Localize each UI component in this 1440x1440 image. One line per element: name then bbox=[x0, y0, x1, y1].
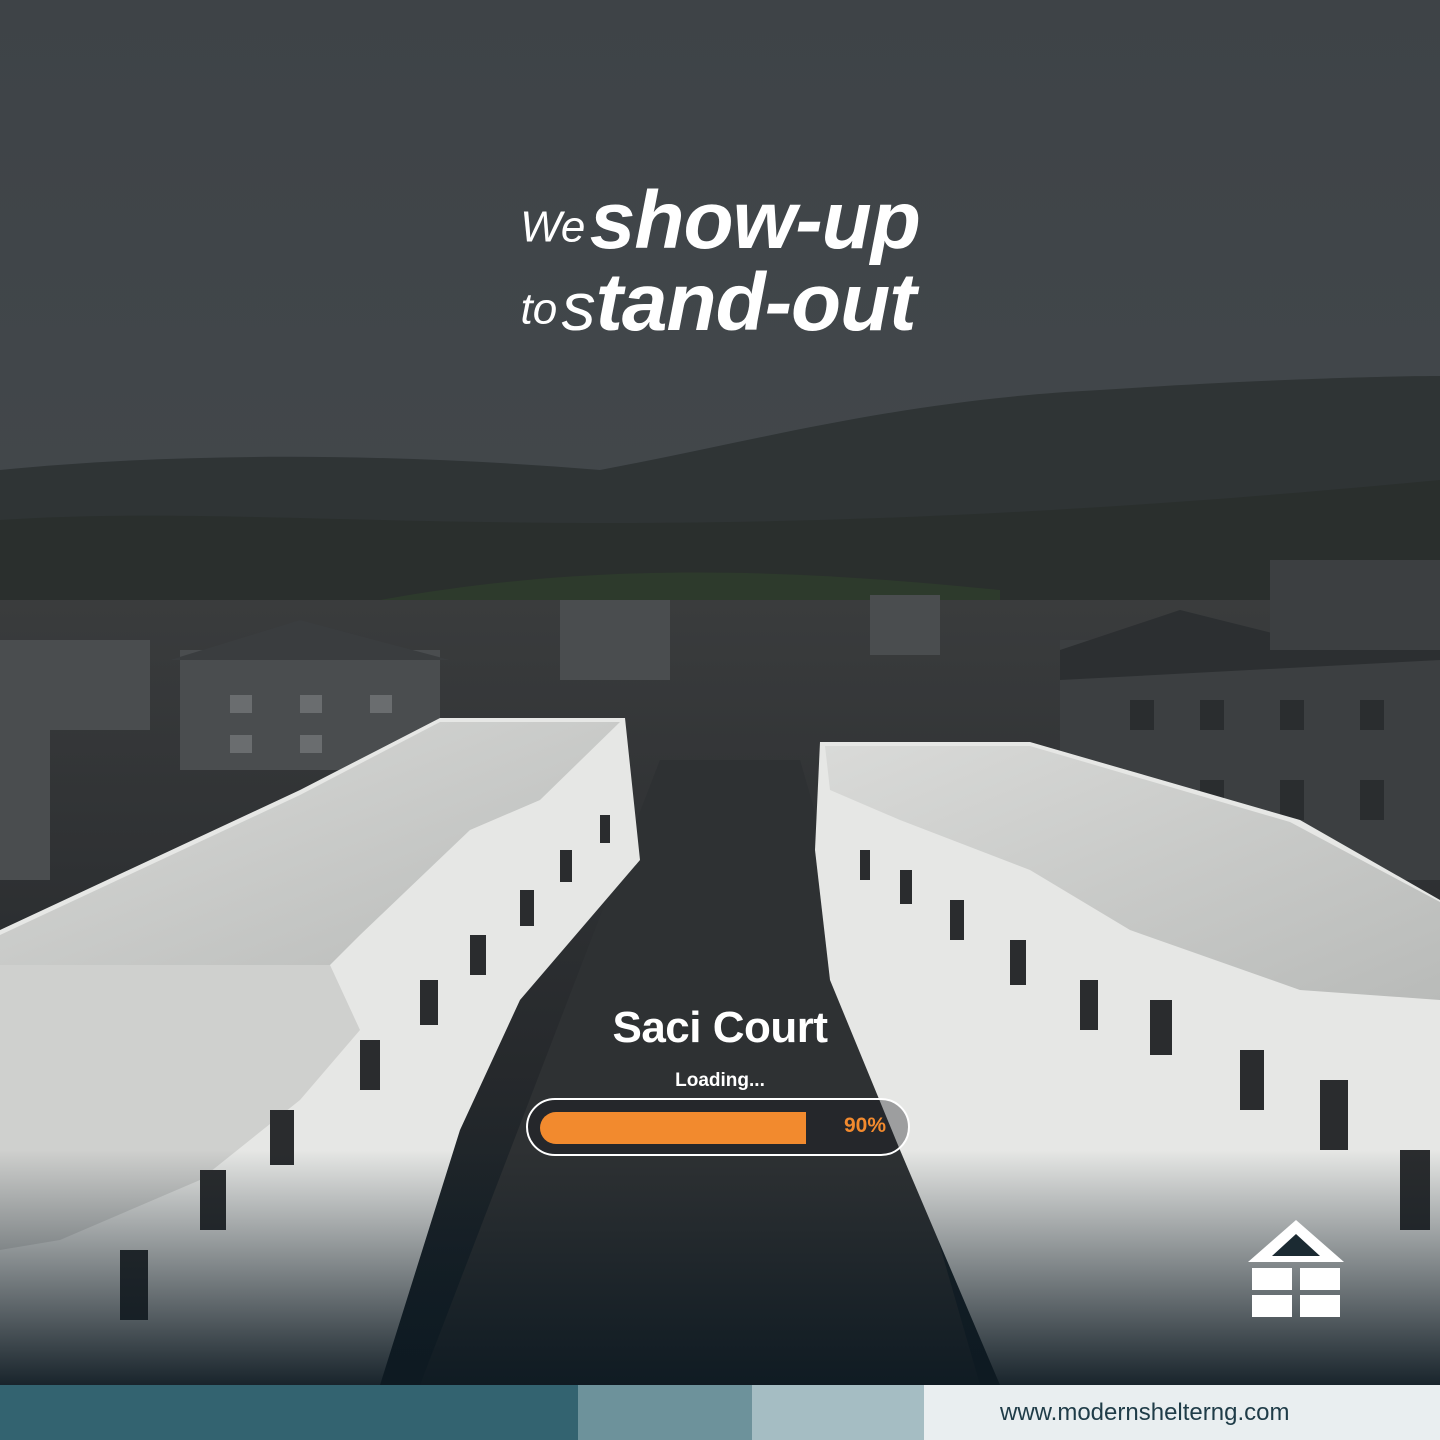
house-window-logo-icon bbox=[1248, 1220, 1344, 1317]
loading-label: Loading... bbox=[675, 1070, 765, 1091]
headline: We show-up to stand-out bbox=[0, 180, 1440, 344]
progress-value: 90% bbox=[844, 1114, 887, 1137]
website-link[interactable]: www.modernshelterng.com bbox=[1000, 1399, 1289, 1427]
footer-segment-teal bbox=[0, 1385, 578, 1440]
headline-line-2: to stand-out bbox=[0, 262, 1438, 344]
progress-fill bbox=[540, 1112, 807, 1144]
progress-bar: 90% bbox=[526, 1098, 910, 1156]
progress-track bbox=[540, 1112, 836, 1144]
headline-to: to bbox=[520, 284, 558, 334]
property-title: Saci Court bbox=[612, 1003, 828, 1052]
footer-bar: www.modernshelterng.com bbox=[0, 1385, 1440, 1440]
footer-segment-light bbox=[752, 1385, 924, 1440]
headline-stand-out: tand-out bbox=[595, 257, 917, 348]
footer-segment-mid bbox=[578, 1385, 752, 1440]
headline-line-1: We show-up bbox=[0, 180, 1440, 262]
headline-we: We bbox=[520, 202, 586, 252]
headline-show-up: show-up bbox=[589, 175, 921, 266]
headline-s: s bbox=[561, 269, 596, 345]
